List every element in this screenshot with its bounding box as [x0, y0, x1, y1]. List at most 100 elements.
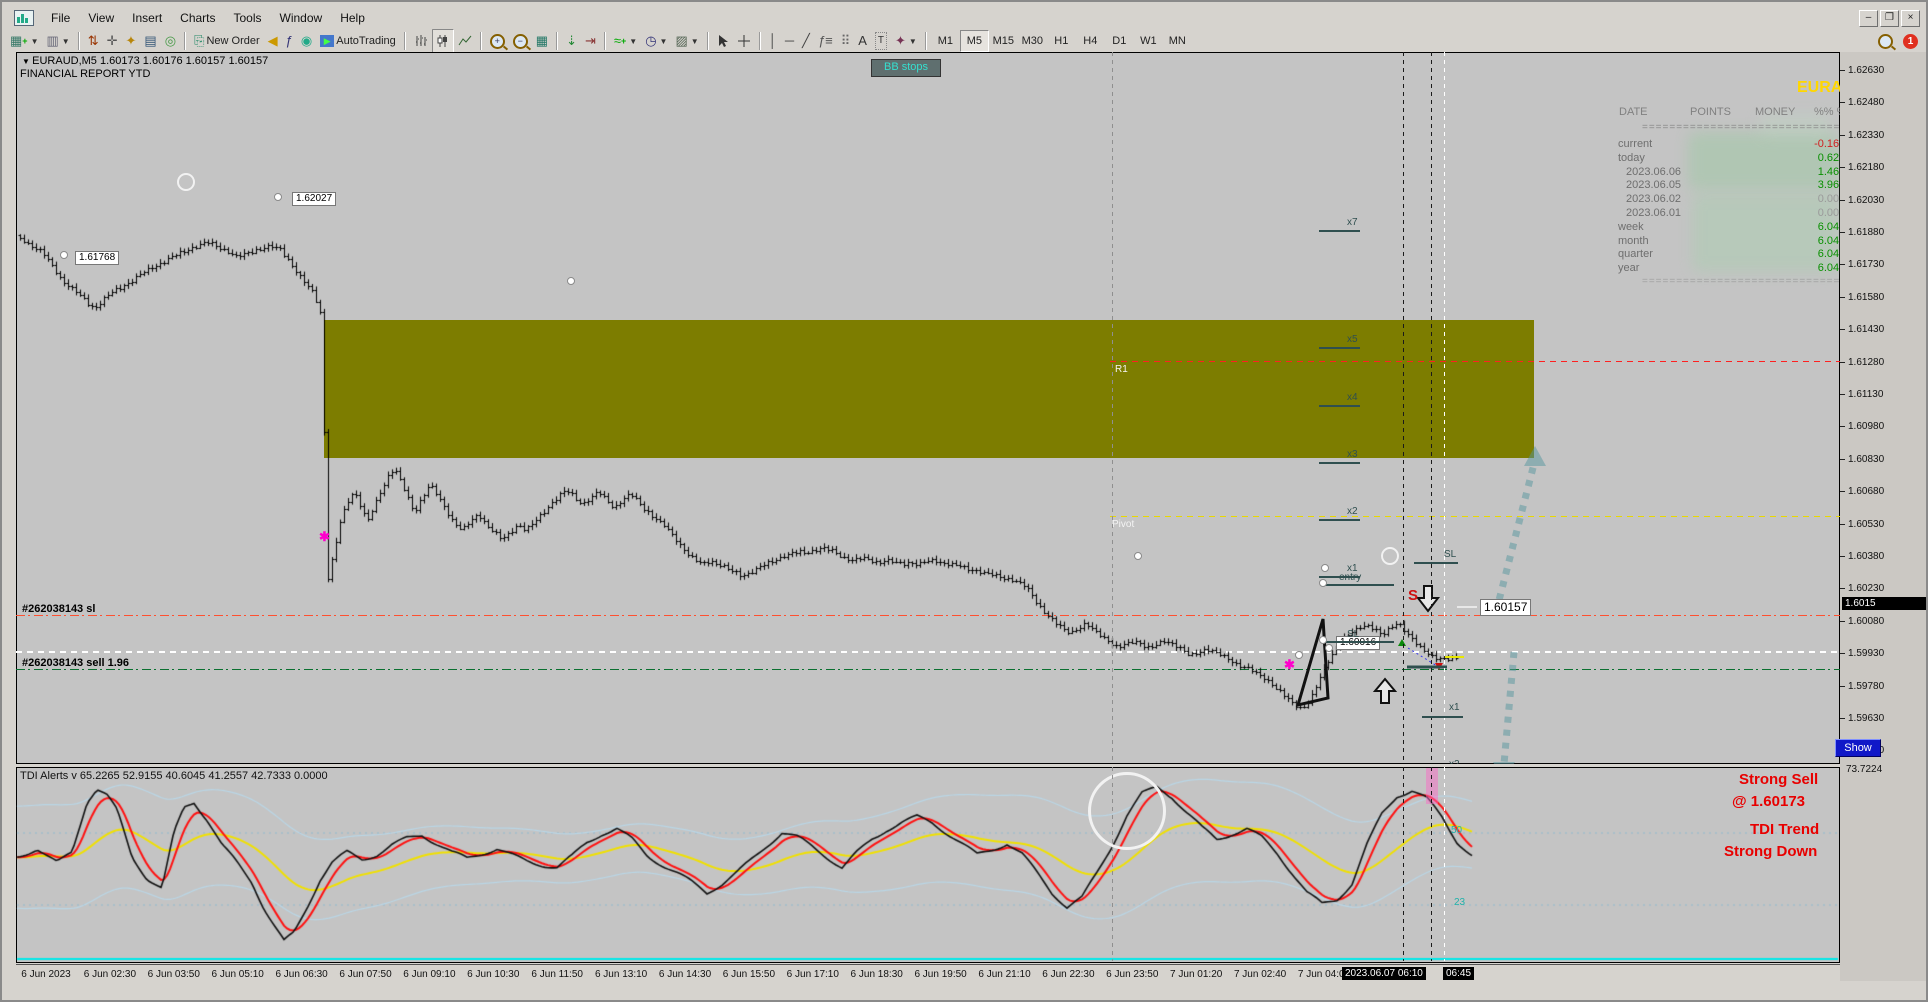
- time-axis[interactable]: 6 Jun 2023 6 Jun 02:30 6 Jun 03:50 6 Jun 05…: [16, 964, 1840, 983]
- entry-line[interactable]: [1322, 584, 1394, 586]
- pink-star-marker: ✱: [1284, 657, 1295, 672]
- auto-scroll-button[interactable]: ⇣: [562, 29, 581, 53]
- timeframe-h4[interactable]: H4: [1076, 30, 1105, 52]
- alerts-button[interactable]: ◀: [264, 29, 282, 53]
- arrows-button[interactable]: ✦ ▼: [891, 29, 921, 53]
- fibonacci-button[interactable]: ƒ≡: [814, 29, 837, 53]
- signal-tdi-trend: TDI Trend: [1750, 821, 1820, 838]
- time-axis-label: 6 Jun 06:30: [275, 969, 328, 980]
- level-line-x5: [1319, 347, 1360, 349]
- zoom-in-button[interactable]: +: [486, 29, 509, 53]
- timeframe-m15[interactable]: M15: [989, 30, 1018, 52]
- terminal-button[interactable]: ▤: [140, 29, 160, 53]
- metaeditor-button[interactable]: ƒ: [282, 29, 297, 53]
- time-axis-label: 6 Jun 17:10: [786, 969, 839, 980]
- close-button[interactable]: ×: [1901, 9, 1920, 27]
- menu-item-help[interactable]: Help: [331, 9, 374, 27]
- timeframe-h1[interactable]: H1: [1047, 30, 1076, 52]
- shapes-button[interactable]: ⠿: [837, 29, 855, 53]
- time-axis-label: 6 Jun 22:30: [1042, 969, 1095, 980]
- restore-button[interactable]: ❐: [1880, 9, 1899, 27]
- candlestick-button[interactable]: [431, 29, 454, 53]
- notification-badge[interactable]: 1: [1903, 33, 1918, 49]
- new-chart-button[interactable]: ▦+ ▼: [6, 29, 42, 53]
- timeframe-m1[interactable]: M1: [931, 30, 960, 52]
- timeframe-w1[interactable]: W1: [1134, 30, 1163, 52]
- market-watch-button[interactable]: ⇅: [84, 29, 103, 53]
- globe-icon: ◉: [300, 33, 313, 48]
- time-axis-label: 6 Jun 13:10: [594, 969, 648, 980]
- navigator-button[interactable]: ✦: [122, 29, 141, 53]
- session-vline-2: [1431, 52, 1432, 764]
- new-order-button[interactable]: ⎘ New Order: [190, 29, 264, 53]
- terminal-icon: ▤: [144, 33, 157, 48]
- level-line-x4: [1319, 405, 1360, 407]
- chart-shift-button[interactable]: ⇥: [581, 29, 600, 53]
- crosshair-button[interactable]: [733, 29, 755, 53]
- teal-up-arrow[interactable]: [1492, 463, 1538, 613]
- menu-item-view[interactable]: View: [79, 9, 123, 27]
- data-window-button[interactable]: ✛: [103, 29, 122, 53]
- menu-item-file[interactable]: File: [42, 9, 79, 27]
- bb-stops-label[interactable]: BB stops: [871, 59, 941, 77]
- line-chart-button[interactable]: [454, 29, 476, 53]
- strategy-tester-button[interactable]: ◎: [161, 29, 180, 53]
- triangle-drawing[interactable]: [1295, 618, 1330, 708]
- bar-chart-button[interactable]: [410, 29, 432, 53]
- text-button[interactable]: A: [854, 29, 871, 53]
- menu-item-insert[interactable]: Insert: [123, 9, 171, 27]
- text-label-button[interactable]: T: [871, 29, 891, 53]
- timeframe-mn[interactable]: MN: [1163, 30, 1192, 52]
- tile-windows-button[interactable]: ▦: [532, 29, 552, 53]
- menu-item-tools[interactable]: Tools: [225, 9, 271, 27]
- zoom-out-button[interactable]: −: [509, 29, 532, 53]
- templates-button[interactable]: ▨ ▼: [671, 29, 702, 53]
- report-row-label: 2023.06.06: [1626, 165, 1682, 178]
- menu-items: File View Insert Charts Tools Window Help: [42, 9, 374, 27]
- trendline-button[interactable]: ╱: [798, 29, 814, 53]
- fibonacci-icon: ƒ≡: [817, 33, 833, 48]
- horizontal-line-button[interactable]: ─: [781, 29, 798, 53]
- periods-button[interactable]: ◷ ▼: [641, 29, 671, 53]
- price-axis-label: 1.59930: [1848, 648, 1885, 660]
- indicators-button[interactable]: ≈+ ▼: [610, 29, 641, 53]
- price-axis-tick: [1840, 620, 1845, 622]
- menu-item-charts[interactable]: Charts: [171, 9, 224, 27]
- timeframe-d1[interactable]: D1: [1105, 30, 1134, 52]
- cursor-button[interactable]: [713, 29, 733, 53]
- profiles-button[interactable]: ▥ ▼: [42, 29, 73, 53]
- big-up-arrow[interactable]: [1372, 677, 1398, 704]
- chevron-down-icon: ▼: [908, 36, 917, 46]
- price-axis-label: 1.59630: [1848, 713, 1885, 724]
- autotrading-button[interactable]: ▶ AutoTrading: [316, 29, 400, 53]
- report-row-label: month: [1618, 234, 1649, 247]
- vertical-line-button[interactable]: │: [765, 29, 781, 53]
- price-axis[interactable]: 1.62630 1.62480 1.62330 1.62180 1.62030 1.618…: [1840, 52, 1926, 981]
- report-row-label: year: [1618, 262, 1640, 275]
- time-axis-label: 7 Jun 02:40: [1233, 969, 1287, 980]
- search-button[interactable]: [1874, 29, 1897, 53]
- show-button[interactable]: Show: [1835, 739, 1881, 757]
- menu-item-window[interactable]: Window: [271, 9, 332, 27]
- level-label-x7: x7: [1347, 217, 1358, 228]
- teal-down-arrow[interactable]: [1500, 651, 1518, 764]
- timeframe-m5[interactable]: M5: [959, 30, 989, 52]
- level-line-low-x1: [1422, 716, 1463, 718]
- autotrading-icon: ▶: [320, 35, 335, 47]
- big-down-arrow[interactable]: [1415, 585, 1441, 613]
- community-button[interactable]: ◉: [297, 29, 316, 53]
- sl-lower-label: SL: [1347, 629, 1360, 640]
- level-label-x5: x5: [1347, 334, 1358, 345]
- tdi-highlight-circle[interactable]: [1088, 772, 1166, 850]
- price-axis-label: 1.62180: [1848, 162, 1885, 174]
- minimize-button[interactable]: –: [1859, 9, 1878, 27]
- sl-lower-line[interactable]: [1322, 641, 1394, 643]
- sl-upper-label: SL: [1444, 549, 1457, 560]
- dropdown-arrow-icon[interactable]: ▼: [22, 57, 32, 66]
- sl-upper-line[interactable]: [1414, 562, 1458, 564]
- tdi-canvas[interactable]: [16, 767, 1840, 963]
- timeframe-m30[interactable]: M30: [1018, 30, 1047, 52]
- anchor-dot: [1319, 579, 1327, 587]
- price-axis-label: 1.62630: [1848, 65, 1885, 76]
- price-axis-label: 1.61580: [1848, 291, 1885, 303]
